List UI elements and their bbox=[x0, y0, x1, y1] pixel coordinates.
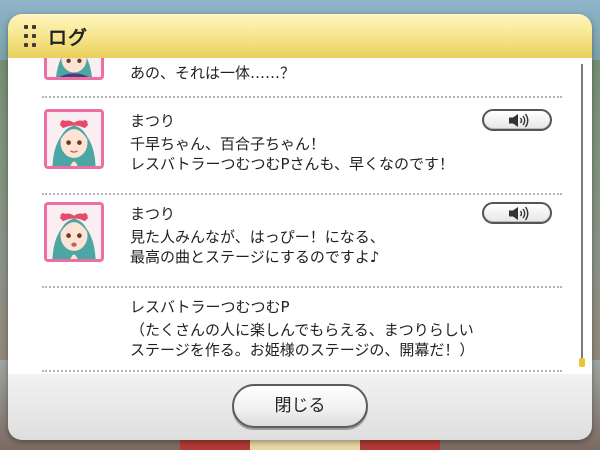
log-text: （たくさんの人に楽しんでもらえる、まつりらしい ステージを作る。お姫様のステージ… bbox=[130, 321, 475, 359]
divider bbox=[42, 286, 562, 288]
divider bbox=[42, 370, 562, 372]
log-dialog: ログ あの、それは一体……？ まつり 千早ちゃん、百合子ちゃん！ レスバトラーつ… bbox=[8, 14, 592, 440]
voice-play-button[interactable] bbox=[482, 202, 552, 224]
grip-icon[interactable] bbox=[24, 25, 38, 47]
log-text: 見た人みんなが、はっぴー！になる、 最高の曲とステージにするのですよ♪ bbox=[130, 228, 385, 266]
log-entry: まつり 千早ちゃん、百合子ちゃん！ レスバトラーつむつむPさんも、早くなのです！ bbox=[42, 106, 562, 186]
log-text: あの、それは一体……？ bbox=[130, 64, 296, 82]
scrollbar-track[interactable] bbox=[581, 64, 583, 366]
avatar-matsuri bbox=[44, 202, 104, 262]
log-text: 千早ちゃん、百合子ちゃん！ レスバトラーつむつむPさんも、早くなのです！ bbox=[130, 135, 455, 173]
log-entry: あの、それは一体……？ bbox=[42, 58, 562, 98]
speaker-name: レスバトラーつむつむP bbox=[130, 298, 290, 316]
dialog-footer: 閉じる bbox=[8, 374, 592, 440]
speaker-name: まつり bbox=[130, 205, 176, 223]
speaker-icon bbox=[509, 206, 529, 221]
speaker-icon bbox=[509, 113, 529, 128]
divider bbox=[42, 96, 562, 98]
log-list[interactable]: あの、それは一体……？ まつり 千早ちゃん、百合子ちゃん！ レスバトラーつむつむ… bbox=[42, 58, 562, 374]
avatar-matsuri bbox=[44, 109, 104, 169]
speaker-name: まつり bbox=[130, 112, 176, 130]
avatar-matsuri bbox=[44, 58, 104, 80]
log-entry: レスバトラーつむつむP （たくさんの人に楽しんでもらえる、まつりらしい ステージ… bbox=[42, 292, 562, 372]
voice-play-button[interactable] bbox=[482, 109, 552, 131]
dialog-header: ログ bbox=[8, 14, 592, 59]
log-entry: まつり 見た人みんなが、はっぴー！になる、 最高の曲とステージにするのですよ♪ bbox=[42, 199, 562, 279]
divider bbox=[42, 193, 562, 195]
close-button[interactable]: 閉じる bbox=[232, 384, 368, 428]
log-body[interactable]: あの、それは一体……？ まつり 千早ちゃん、百合子ちゃん！ レスバトラーつむつむ… bbox=[8, 58, 592, 374]
scrollbar-thumb[interactable] bbox=[579, 358, 585, 367]
dialog-title: ログ bbox=[48, 27, 89, 49]
